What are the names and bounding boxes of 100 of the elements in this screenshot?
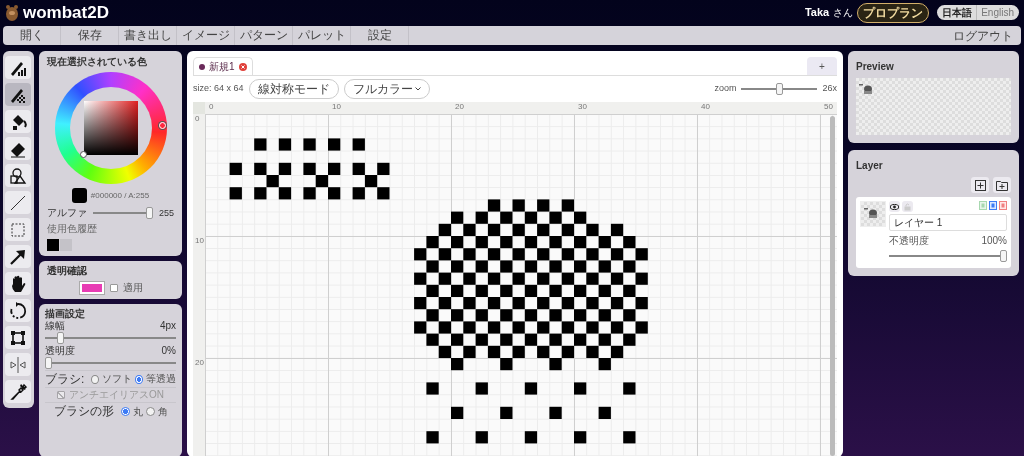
layer-name-field[interactable]: レイヤー 1 bbox=[889, 214, 1007, 231]
tool-button[interactable] bbox=[5, 326, 31, 349]
rotate-icon bbox=[8, 300, 28, 321]
opacity-label: 不透明度 bbox=[889, 234, 929, 248]
language-option[interactable]: 日本語 bbox=[942, 5, 973, 20]
menu-item[interactable]: 書き出し bbox=[119, 26, 177, 45]
symmetry-mode-button[interactable]: 線対称モード bbox=[248, 79, 339, 99]
history-swatch[interactable] bbox=[60, 239, 72, 251]
plus-square-icon bbox=[974, 179, 986, 191]
document-tab[interactable]: 新規1 bbox=[193, 57, 253, 75]
mirror-icon bbox=[8, 354, 28, 375]
slider-value: 255 bbox=[158, 207, 174, 219]
thumbnail-icon bbox=[864, 208, 878, 219]
logout-link[interactable]: ログアウト bbox=[945, 26, 1021, 45]
slider-thumb[interactable] bbox=[145, 207, 153, 219]
ruler-label: 50 bbox=[824, 103, 833, 111]
ruler-label: 10 bbox=[332, 103, 341, 111]
menu-item[interactable]: パターン bbox=[235, 26, 293, 45]
language-switch[interactable]: 日本語 English bbox=[937, 5, 1019, 20]
menu-item[interactable]: パレット bbox=[293, 26, 351, 45]
layer-row[interactable]: レイヤー 1 不透明度 100% bbox=[856, 197, 1011, 268]
checkbox-label: 適用 bbox=[122, 282, 143, 294]
chevron-down-icon bbox=[414, 87, 421, 91]
add-tab-button[interactable]: + bbox=[807, 57, 837, 75]
ruler-corner bbox=[193, 102, 205, 114]
dot-icon bbox=[199, 63, 205, 70]
tab-label: 新規1 bbox=[209, 60, 235, 74]
history-swatch[interactable] bbox=[47, 239, 59, 251]
slider-label: 線幅 bbox=[45, 320, 65, 332]
panel-title: 描画設定 bbox=[45, 308, 86, 320]
slider-thumb[interactable] bbox=[776, 83, 783, 95]
menu-item[interactable]: 保存 bbox=[61, 26, 119, 45]
radio-button[interactable] bbox=[145, 407, 155, 417]
ruler-label: 0 bbox=[195, 115, 200, 123]
radio-label: ソフト bbox=[102, 373, 133, 386]
menu-item[interactable]: 開く bbox=[3, 26, 61, 45]
tool-button[interactable] bbox=[5, 56, 31, 79]
lock-icon bbox=[904, 202, 911, 211]
radio-label: 丸 bbox=[132, 405, 143, 418]
zoom-value: 26x bbox=[822, 82, 837, 96]
tool-button[interactable] bbox=[5, 110, 31, 133]
ruler-label: 10 bbox=[195, 237, 204, 245]
menu-item[interactable]: イメージ bbox=[177, 26, 235, 45]
eye-icon bbox=[890, 203, 899, 210]
radio-label: 等透過 bbox=[146, 373, 176, 386]
panel-title: Layer bbox=[856, 159, 884, 173]
panel-title: Preview bbox=[856, 60, 895, 74]
eyedropper-icon bbox=[8, 381, 28, 402]
tool-button[interactable] bbox=[5, 83, 31, 106]
tool-button[interactable] bbox=[5, 245, 31, 268]
tool-button[interactable] bbox=[5, 137, 31, 160]
color-handle[interactable] bbox=[79, 151, 87, 158]
ruler-label: 30 bbox=[578, 103, 587, 111]
radio-button[interactable] bbox=[135, 374, 143, 384]
thumbnail-icon bbox=[859, 84, 873, 95]
tool-button[interactable] bbox=[5, 191, 31, 214]
color-value: #000000 / A:255 bbox=[90, 190, 150, 201]
color-mode-select[interactable]: フルカラー bbox=[343, 79, 430, 99]
slider-label: アルファ bbox=[47, 207, 87, 219]
checkbox[interactable] bbox=[109, 284, 118, 292]
tool-button[interactable] bbox=[5, 380, 31, 403]
folder-plus-icon bbox=[996, 179, 1008, 191]
ruler-label: 0 bbox=[209, 103, 214, 111]
close-icon bbox=[238, 62, 247, 71]
slider-thumb[interactable] bbox=[57, 332, 65, 344]
tool-button[interactable] bbox=[5, 299, 31, 322]
add-folder-button[interactable] bbox=[993, 177, 1011, 193]
radio-button[interactable] bbox=[120, 407, 130, 417]
radio-label: 角 bbox=[157, 405, 168, 418]
plan-badge: プロプラン bbox=[857, 2, 930, 23]
user-name: Taka bbox=[804, 5, 830, 21]
opacity-value: 100% bbox=[981, 234, 1007, 248]
canvas-size-label: size: 64 x 64 bbox=[193, 82, 244, 96]
radio-group-label: ブラシの形 bbox=[53, 404, 114, 419]
slider-thumb[interactable] bbox=[1000, 250, 1007, 262]
wombat-logo-icon bbox=[5, 3, 19, 22]
slider-value: 4px bbox=[159, 320, 176, 332]
ruler-label: 20 bbox=[195, 359, 204, 367]
shapes-icon bbox=[8, 165, 28, 186]
panel-title: 現在選択されている色 bbox=[47, 56, 148, 68]
honorific-label: さん bbox=[833, 6, 854, 20]
radio-group-label: ブラシ: bbox=[45, 372, 85, 387]
saturation-square[interactable] bbox=[83, 101, 138, 155]
slider-thumb[interactable] bbox=[45, 357, 52, 369]
ruler-label: 40 bbox=[701, 103, 710, 111]
merge-icon bbox=[979, 201, 987, 210]
history-label: 使用色履歴 bbox=[47, 223, 98, 235]
app-logo: wombat2D bbox=[23, 1, 109, 24]
menu-item[interactable]: 設定 bbox=[351, 26, 409, 45]
panel-title: 透明確認 bbox=[47, 265, 88, 277]
tool-button[interactable] bbox=[5, 272, 31, 295]
ruler-label: 20 bbox=[455, 103, 464, 111]
slider-value: 0% bbox=[161, 345, 176, 357]
duplicate-icon bbox=[989, 201, 997, 210]
tool-button[interactable] bbox=[5, 164, 31, 187]
slider-label: 透明度 bbox=[45, 345, 75, 357]
visibility-toggle[interactable] bbox=[889, 201, 900, 212]
add-layer-button[interactable] bbox=[971, 177, 989, 193]
delete-icon bbox=[999, 201, 1007, 210]
radio-button[interactable] bbox=[91, 374, 100, 384]
